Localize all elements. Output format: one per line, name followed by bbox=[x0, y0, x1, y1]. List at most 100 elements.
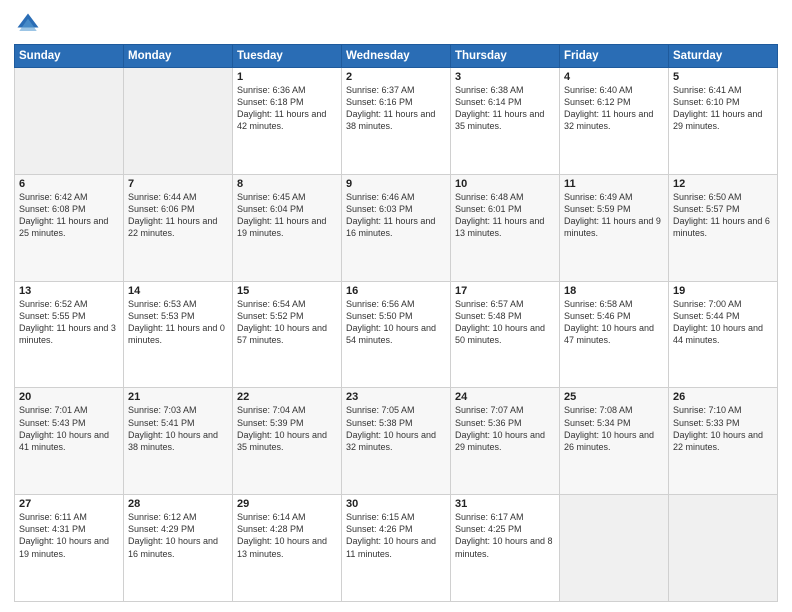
calendar-cell: 21Sunrise: 7:03 AM Sunset: 5:41 PM Dayli… bbox=[124, 388, 233, 495]
day-number: 27 bbox=[19, 498, 119, 510]
calendar-cell: 15Sunrise: 6:54 AM Sunset: 5:52 PM Dayli… bbox=[233, 281, 342, 388]
day-header-sunday: Sunday bbox=[15, 45, 124, 68]
day-number: 21 bbox=[128, 391, 228, 403]
day-detail: Sunrise: 7:03 AM Sunset: 5:41 PM Dayligh… bbox=[128, 404, 228, 453]
day-detail: Sunrise: 7:04 AM Sunset: 5:39 PM Dayligh… bbox=[237, 404, 337, 453]
calendar-cell: 27Sunrise: 6:11 AM Sunset: 4:31 PM Dayli… bbox=[15, 495, 124, 602]
calendar-cell: 19Sunrise: 7:00 AM Sunset: 5:44 PM Dayli… bbox=[669, 281, 778, 388]
calendar-cell: 14Sunrise: 6:53 AM Sunset: 5:53 PM Dayli… bbox=[124, 281, 233, 388]
calendar-week-row: 27Sunrise: 6:11 AM Sunset: 4:31 PM Dayli… bbox=[15, 495, 778, 602]
day-number: 11 bbox=[564, 178, 664, 190]
day-detail: Sunrise: 7:08 AM Sunset: 5:34 PM Dayligh… bbox=[564, 404, 664, 453]
calendar-cell: 25Sunrise: 7:08 AM Sunset: 5:34 PM Dayli… bbox=[560, 388, 669, 495]
calendar-cell: 17Sunrise: 6:57 AM Sunset: 5:48 PM Dayli… bbox=[451, 281, 560, 388]
day-detail: Sunrise: 7:01 AM Sunset: 5:43 PM Dayligh… bbox=[19, 404, 119, 453]
day-header-wednesday: Wednesday bbox=[342, 45, 451, 68]
day-header-friday: Friday bbox=[560, 45, 669, 68]
day-number: 20 bbox=[19, 391, 119, 403]
calendar-cell bbox=[15, 68, 124, 175]
calendar-cell: 20Sunrise: 7:01 AM Sunset: 5:43 PM Dayli… bbox=[15, 388, 124, 495]
day-number: 29 bbox=[237, 498, 337, 510]
calendar-cell: 29Sunrise: 6:14 AM Sunset: 4:28 PM Dayli… bbox=[233, 495, 342, 602]
calendar-week-row: 6Sunrise: 6:42 AM Sunset: 6:08 PM Daylig… bbox=[15, 174, 778, 281]
calendar-cell: 10Sunrise: 6:48 AM Sunset: 6:01 PM Dayli… bbox=[451, 174, 560, 281]
day-number: 22 bbox=[237, 391, 337, 403]
day-detail: Sunrise: 6:40 AM Sunset: 6:12 PM Dayligh… bbox=[564, 84, 664, 133]
day-number: 2 bbox=[346, 71, 446, 83]
day-number: 6 bbox=[19, 178, 119, 190]
day-number: 5 bbox=[673, 71, 773, 83]
day-detail: Sunrise: 6:11 AM Sunset: 4:31 PM Dayligh… bbox=[19, 511, 119, 560]
day-detail: Sunrise: 6:12 AM Sunset: 4:29 PM Dayligh… bbox=[128, 511, 228, 560]
day-number: 3 bbox=[455, 71, 555, 83]
day-detail: Sunrise: 6:15 AM Sunset: 4:26 PM Dayligh… bbox=[346, 511, 446, 560]
day-detail: Sunrise: 7:07 AM Sunset: 5:36 PM Dayligh… bbox=[455, 404, 555, 453]
calendar-cell bbox=[669, 495, 778, 602]
day-detail: Sunrise: 6:50 AM Sunset: 5:57 PM Dayligh… bbox=[673, 191, 773, 240]
day-number: 17 bbox=[455, 285, 555, 297]
day-number: 4 bbox=[564, 71, 664, 83]
calendar-cell: 9Sunrise: 6:46 AM Sunset: 6:03 PM Daylig… bbox=[342, 174, 451, 281]
day-detail: Sunrise: 6:48 AM Sunset: 6:01 PM Dayligh… bbox=[455, 191, 555, 240]
day-detail: Sunrise: 6:53 AM Sunset: 5:53 PM Dayligh… bbox=[128, 298, 228, 347]
calendar-cell: 2Sunrise: 6:37 AM Sunset: 6:16 PM Daylig… bbox=[342, 68, 451, 175]
day-detail: Sunrise: 6:46 AM Sunset: 6:03 PM Dayligh… bbox=[346, 191, 446, 240]
day-number: 23 bbox=[346, 391, 446, 403]
calendar-cell: 1Sunrise: 6:36 AM Sunset: 6:18 PM Daylig… bbox=[233, 68, 342, 175]
day-header-tuesday: Tuesday bbox=[233, 45, 342, 68]
logo bbox=[14, 10, 46, 38]
calendar-week-row: 13Sunrise: 6:52 AM Sunset: 5:55 PM Dayli… bbox=[15, 281, 778, 388]
calendar-cell: 3Sunrise: 6:38 AM Sunset: 6:14 PM Daylig… bbox=[451, 68, 560, 175]
day-number: 15 bbox=[237, 285, 337, 297]
day-detail: Sunrise: 6:52 AM Sunset: 5:55 PM Dayligh… bbox=[19, 298, 119, 347]
day-header-monday: Monday bbox=[124, 45, 233, 68]
page: SundayMondayTuesdayWednesdayThursdayFrid… bbox=[0, 0, 792, 612]
day-number: 8 bbox=[237, 178, 337, 190]
day-number: 12 bbox=[673, 178, 773, 190]
day-number: 16 bbox=[346, 285, 446, 297]
day-number: 19 bbox=[673, 285, 773, 297]
day-number: 9 bbox=[346, 178, 446, 190]
calendar-cell bbox=[560, 495, 669, 602]
day-number: 1 bbox=[237, 71, 337, 83]
day-number: 28 bbox=[128, 498, 228, 510]
day-number: 7 bbox=[128, 178, 228, 190]
day-detail: Sunrise: 6:57 AM Sunset: 5:48 PM Dayligh… bbox=[455, 298, 555, 347]
calendar-cell: 7Sunrise: 6:44 AM Sunset: 6:06 PM Daylig… bbox=[124, 174, 233, 281]
day-number: 30 bbox=[346, 498, 446, 510]
calendar-cell: 6Sunrise: 6:42 AM Sunset: 6:08 PM Daylig… bbox=[15, 174, 124, 281]
header bbox=[14, 10, 778, 38]
day-detail: Sunrise: 7:00 AM Sunset: 5:44 PM Dayligh… bbox=[673, 298, 773, 347]
day-detail: Sunrise: 6:44 AM Sunset: 6:06 PM Dayligh… bbox=[128, 191, 228, 240]
day-number: 18 bbox=[564, 285, 664, 297]
day-detail: Sunrise: 6:45 AM Sunset: 6:04 PM Dayligh… bbox=[237, 191, 337, 240]
day-number: 25 bbox=[564, 391, 664, 403]
calendar-table: SundayMondayTuesdayWednesdayThursdayFrid… bbox=[14, 44, 778, 602]
calendar-cell: 11Sunrise: 6:49 AM Sunset: 5:59 PM Dayli… bbox=[560, 174, 669, 281]
calendar-cell: 4Sunrise: 6:40 AM Sunset: 6:12 PM Daylig… bbox=[560, 68, 669, 175]
calendar-cell: 30Sunrise: 6:15 AM Sunset: 4:26 PM Dayli… bbox=[342, 495, 451, 602]
calendar-cell: 5Sunrise: 6:41 AM Sunset: 6:10 PM Daylig… bbox=[669, 68, 778, 175]
day-detail: Sunrise: 6:37 AM Sunset: 6:16 PM Dayligh… bbox=[346, 84, 446, 133]
calendar-week-row: 1Sunrise: 6:36 AM Sunset: 6:18 PM Daylig… bbox=[15, 68, 778, 175]
calendar-cell: 16Sunrise: 6:56 AM Sunset: 5:50 PM Dayli… bbox=[342, 281, 451, 388]
day-number: 26 bbox=[673, 391, 773, 403]
calendar-cell: 22Sunrise: 7:04 AM Sunset: 5:39 PM Dayli… bbox=[233, 388, 342, 495]
day-header-saturday: Saturday bbox=[669, 45, 778, 68]
calendar-cell: 12Sunrise: 6:50 AM Sunset: 5:57 PM Dayli… bbox=[669, 174, 778, 281]
day-number: 10 bbox=[455, 178, 555, 190]
day-detail: Sunrise: 6:14 AM Sunset: 4:28 PM Dayligh… bbox=[237, 511, 337, 560]
day-number: 31 bbox=[455, 498, 555, 510]
day-header-thursday: Thursday bbox=[451, 45, 560, 68]
calendar-cell: 28Sunrise: 6:12 AM Sunset: 4:29 PM Dayli… bbox=[124, 495, 233, 602]
day-detail: Sunrise: 6:41 AM Sunset: 6:10 PM Dayligh… bbox=[673, 84, 773, 133]
calendar-cell: 26Sunrise: 7:10 AM Sunset: 5:33 PM Dayli… bbox=[669, 388, 778, 495]
calendar-cell: 24Sunrise: 7:07 AM Sunset: 5:36 PM Dayli… bbox=[451, 388, 560, 495]
calendar-cell: 13Sunrise: 6:52 AM Sunset: 5:55 PM Dayli… bbox=[15, 281, 124, 388]
day-detail: Sunrise: 6:17 AM Sunset: 4:25 PM Dayligh… bbox=[455, 511, 555, 560]
day-detail: Sunrise: 7:10 AM Sunset: 5:33 PM Dayligh… bbox=[673, 404, 773, 453]
calendar-week-row: 20Sunrise: 7:01 AM Sunset: 5:43 PM Dayli… bbox=[15, 388, 778, 495]
day-detail: Sunrise: 6:36 AM Sunset: 6:18 PM Dayligh… bbox=[237, 84, 337, 133]
calendar-cell: 31Sunrise: 6:17 AM Sunset: 4:25 PM Dayli… bbox=[451, 495, 560, 602]
calendar-cell: 18Sunrise: 6:58 AM Sunset: 5:46 PM Dayli… bbox=[560, 281, 669, 388]
